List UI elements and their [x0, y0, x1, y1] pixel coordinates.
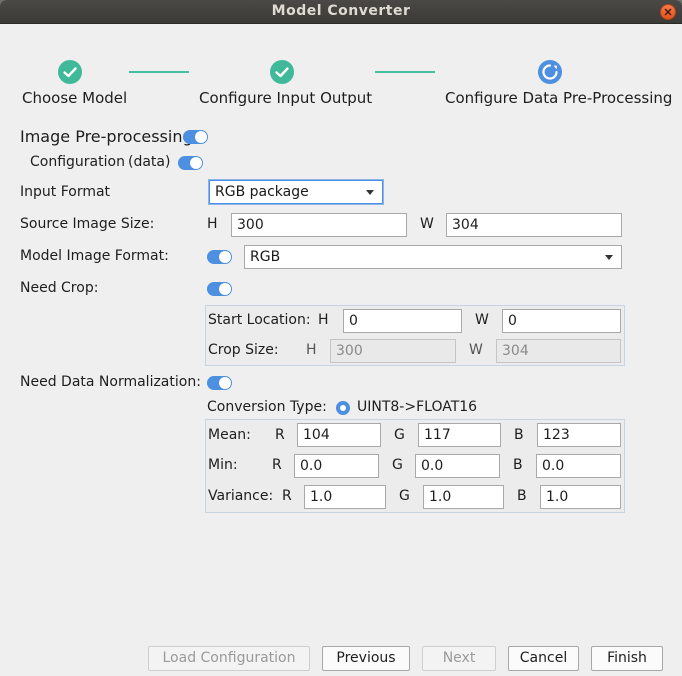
model-image-format-select[interactable]: RGB [244, 245, 622, 269]
step-connector [129, 71, 189, 73]
configuration-label: Configuration [30, 154, 125, 170]
min-g-input[interactable]: 0.0 [415, 454, 500, 478]
close-icon [664, 8, 672, 16]
start-location-w-input[interactable]: 0 [502, 309, 621, 333]
min-label: Min: [208, 457, 238, 473]
finish-button[interactable]: Finish [591, 646, 663, 671]
conversion-type-radio[interactable] [336, 401, 350, 415]
start-location-label: Start Location: [208, 312, 311, 328]
crop-h-label: H [306, 342, 317, 358]
source-width-input[interactable]: 304 [446, 213, 622, 237]
source-image-size-label: Source Image Size: [20, 216, 155, 232]
mean-g-input[interactable]: 117 [418, 423, 501, 447]
source-w-label: W [420, 216, 434, 232]
min-r-label: R [272, 457, 282, 473]
need-crop-label: Need Crop: [20, 280, 99, 296]
model-image-format-label: Model Image Format: [20, 248, 169, 264]
start-w-label: W [475, 312, 489, 328]
variance-label: Variance: [208, 488, 274, 504]
min-b-input[interactable]: 0.0 [536, 454, 621, 478]
next-button[interactable]: Next [422, 646, 496, 671]
min-r-input[interactable]: 0.0 [294, 454, 379, 478]
need-normalization-label: Need Data Normalization: [20, 374, 201, 390]
variance-g-input[interactable]: 1.0 [423, 485, 504, 509]
step-connector [375, 71, 435, 73]
min-g-label: G [392, 457, 403, 473]
start-location-h-input[interactable]: 0 [343, 309, 462, 333]
chevron-down-icon [366, 190, 374, 195]
check-circle-icon [58, 60, 82, 84]
model-image-format-value: RGB [250, 249, 281, 265]
progress-circle-icon [538, 60, 562, 84]
source-height-input[interactable]: 300 [231, 213, 407, 237]
window-title: Model Converter [271, 3, 411, 19]
need-normalization-toggle[interactable] [207, 376, 232, 390]
step-choose-model: Choose Model [22, 89, 128, 107]
mean-r-label: R [275, 427, 285, 443]
input-format-value: RGB package [215, 184, 309, 200]
model-image-format-toggle[interactable] [207, 250, 232, 264]
title-bar: Model Converter [0, 0, 682, 24]
crop-w-label: W [469, 342, 483, 358]
variance-b-input[interactable]: 1.0 [540, 485, 621, 509]
variance-g-label: G [399, 488, 410, 504]
step-configure-input-output: Configure Input Output [199, 89, 373, 107]
previous-button[interactable]: Previous [322, 646, 410, 671]
crop-size-h-input[interactable]: 300 [330, 339, 456, 363]
image-preprocessing-label: Image Pre-processing [20, 127, 193, 146]
mean-b-label: B [514, 427, 524, 443]
source-h-label: H [207, 216, 218, 232]
variance-r-input[interactable]: 1.0 [304, 485, 386, 509]
mean-g-label: G [394, 427, 405, 443]
mean-r-input[interactable]: 104 [297, 423, 381, 447]
start-h-label: H [318, 312, 329, 328]
configuration-toggle[interactable] [178, 156, 203, 170]
chevron-down-icon [605, 255, 613, 260]
need-crop-toggle[interactable] [207, 282, 232, 296]
mean-label: Mean: [208, 427, 251, 443]
crop-size-label: Crop Size: [208, 342, 279, 358]
conversion-type-label: Conversion Type: [207, 399, 327, 415]
conversion-type-option: UINT8->FLOAT16 [357, 399, 478, 415]
close-window-button[interactable] [660, 4, 676, 20]
cancel-button[interactable]: Cancel [508, 646, 579, 671]
model-converter-window: Model Converter Choose Model Configure I… [0, 0, 682, 676]
configuration-suffix: (data) [128, 154, 171, 170]
min-b-label: B [513, 457, 523, 473]
variance-r-label: R [282, 488, 292, 504]
mean-b-input[interactable]: 123 [537, 423, 621, 447]
load-configuration-button[interactable]: Load Configuration [148, 646, 310, 671]
check-circle-icon [270, 60, 294, 84]
input-format-select[interactable]: RGB package [209, 180, 383, 204]
image-preprocessing-toggle[interactable] [183, 130, 208, 144]
crop-size-w-input[interactable]: 304 [496, 339, 621, 363]
step-configure-data-preprocessing: Configure Data Pre-Processing [445, 89, 673, 107]
variance-b-label: B [517, 488, 527, 504]
input-format-label: Input Format [20, 184, 111, 200]
